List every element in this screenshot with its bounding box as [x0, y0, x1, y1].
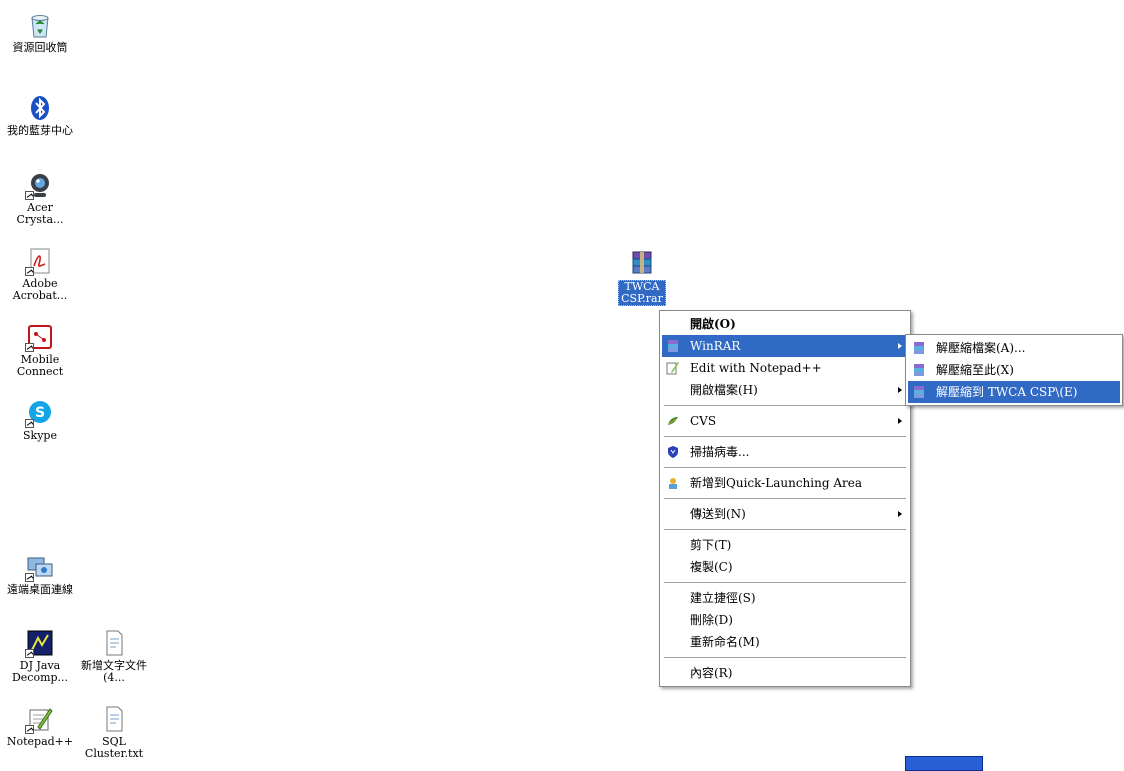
- pdf-icon: [25, 246, 55, 276]
- shortcut-arrow-icon: [25, 191, 34, 200]
- desktop-icon-label: 遠端桌面連線: [7, 583, 73, 596]
- menu-item-delete[interactable]: 刪除(D): [662, 609, 908, 631]
- desktop-icon-sql-cluster[interactable]: SQL Cluster.txt: [78, 704, 150, 760]
- cvs-icon: [666, 414, 680, 428]
- desktop-icon-label: Mobile Connect: [16, 353, 64, 378]
- desktop-icon-label: TWCA CSP.rar: [618, 280, 666, 306]
- notepad-plus-plus-icon: [666, 361, 680, 375]
- winrar-icon: [912, 363, 926, 377]
- shortcut-arrow-icon: [25, 649, 34, 658]
- desktop-icon-label: Acer Crysta...: [16, 201, 64, 226]
- menu-separator: [664, 405, 906, 406]
- desktop-icon-remote-desktop[interactable]: 遠端桌面連線: [4, 552, 76, 596]
- desktop-icon-new-text-document[interactable]: 新增文字文件 (4...: [78, 628, 150, 684]
- context-menu: 開啟(O) WinRAR Edit with Notepad++ 開啟檔案(H)…: [659, 310, 911, 687]
- menu-item-cvs[interactable]: CVS: [662, 410, 908, 432]
- rar-archive-icon: [627, 248, 657, 278]
- menu-item-cut[interactable]: 剪下(T): [662, 534, 908, 556]
- menu-item-copy[interactable]: 複製(C): [662, 556, 908, 578]
- menu-item-rename[interactable]: 重新命名(M): [662, 631, 908, 653]
- remote-desktop-icon: [25, 552, 55, 582]
- desktop-icon-notepad-plus-plus[interactable]: Notepad++: [4, 704, 76, 748]
- quick-launch-icon: [666, 476, 680, 490]
- shortcut-arrow-icon: [25, 267, 34, 276]
- desktop-icon-label: DJ Java Decomp...: [11, 659, 69, 684]
- menu-item-scan-virus[interactable]: 掃描病毒...: [662, 441, 908, 463]
- desktop-icon-label: SQL Cluster.txt: [84, 735, 144, 760]
- desktop-icon-label: 我的藍芽中心: [7, 124, 73, 137]
- svg-text:S: S: [35, 405, 45, 421]
- desktop-icon-mobile-connect[interactable]: Mobile Connect: [4, 322, 76, 378]
- desktop-icon-skype[interactable]: S Skype: [4, 398, 76, 442]
- submenu-arrow-icon: [898, 418, 902, 424]
- desktop-icon-dj-java-decompiler[interactable]: DJ Java Decomp...: [4, 628, 76, 684]
- submenu-arrow-icon: [898, 387, 902, 393]
- menu-item-add-quick-launch[interactable]: 新增到Quick-Launching Area: [662, 472, 908, 494]
- menu-item-extract-here[interactable]: 解壓縮至此(X): [908, 359, 1120, 381]
- shortcut-arrow-icon: [25, 419, 34, 428]
- desktop-icon-label: Skype: [23, 429, 57, 442]
- menu-item-edit-with-notepad[interactable]: Edit with Notepad++: [662, 357, 908, 379]
- winrar-icon: [912, 385, 926, 399]
- menu-separator: [664, 657, 906, 658]
- shortcut-arrow-icon: [25, 725, 34, 734]
- desktop-icon-twca-csp-rar[interactable]: TWCA CSP.rar: [606, 248, 678, 306]
- desktop-icon-label: Adobe Acrobat...: [12, 277, 68, 302]
- skype-icon: S: [25, 398, 55, 428]
- menu-separator: [664, 436, 906, 437]
- bluetooth-icon: [25, 93, 55, 123]
- menu-item-create-shortcut[interactable]: 建立捷徑(S): [662, 587, 908, 609]
- menu-separator: [664, 467, 906, 468]
- shortcut-arrow-icon: [25, 573, 34, 582]
- menu-item-open[interactable]: 開啟(O): [662, 313, 908, 335]
- menu-item-winrar[interactable]: WinRAR: [662, 335, 908, 357]
- shortcut-arrow-icon: [25, 343, 34, 352]
- desktop-icon-recycle-bin[interactable]: 資源回收筒: [4, 10, 76, 54]
- webcam-icon: [25, 170, 55, 200]
- dj-java-icon: [25, 628, 55, 658]
- submenu-arrow-icon: [898, 511, 902, 517]
- text-file-icon: [99, 704, 129, 734]
- winrar-icon: [666, 339, 680, 353]
- recycle-bin-icon: [25, 10, 55, 40]
- menu-item-extract-files[interactable]: 解壓縮檔案(A)...: [908, 337, 1120, 359]
- desktop-icon-bluetooth[interactable]: 我的藍芽中心: [4, 93, 76, 137]
- desktop-icon-label: 資源回收筒: [12, 41, 68, 54]
- text-file-icon: [99, 628, 129, 658]
- winrar-submenu: 解壓縮檔案(A)... 解壓縮至此(X) 解壓縮到 TWCA CSP\(E): [905, 334, 1123, 406]
- desktop-icon-adobe-acrobat[interactable]: Adobe Acrobat...: [4, 246, 76, 302]
- menu-separator: [664, 498, 906, 499]
- menu-item-open-with[interactable]: 開啟檔案(H): [662, 379, 908, 401]
- menu-item-extract-to-folder[interactable]: 解壓縮到 TWCA CSP\(E): [908, 381, 1120, 403]
- winrar-icon: [912, 341, 926, 355]
- shield-icon: [666, 445, 680, 459]
- notepad-plus-plus-icon: [25, 704, 55, 734]
- submenu-arrow-icon: [898, 343, 902, 349]
- menu-separator: [664, 582, 906, 583]
- mobile-connect-icon: [25, 322, 55, 352]
- desktop-icon-label: 新增文字文件 (4...: [81, 659, 147, 684]
- menu-item-properties[interactable]: 內容(R): [662, 662, 908, 684]
- desktop-icon-label: Notepad++: [6, 735, 74, 748]
- desktop-icon-acer-crystal[interactable]: Acer Crysta...: [4, 170, 76, 226]
- menu-separator: [664, 529, 906, 530]
- menu-item-send-to[interactable]: 傳送到(N): [662, 503, 908, 525]
